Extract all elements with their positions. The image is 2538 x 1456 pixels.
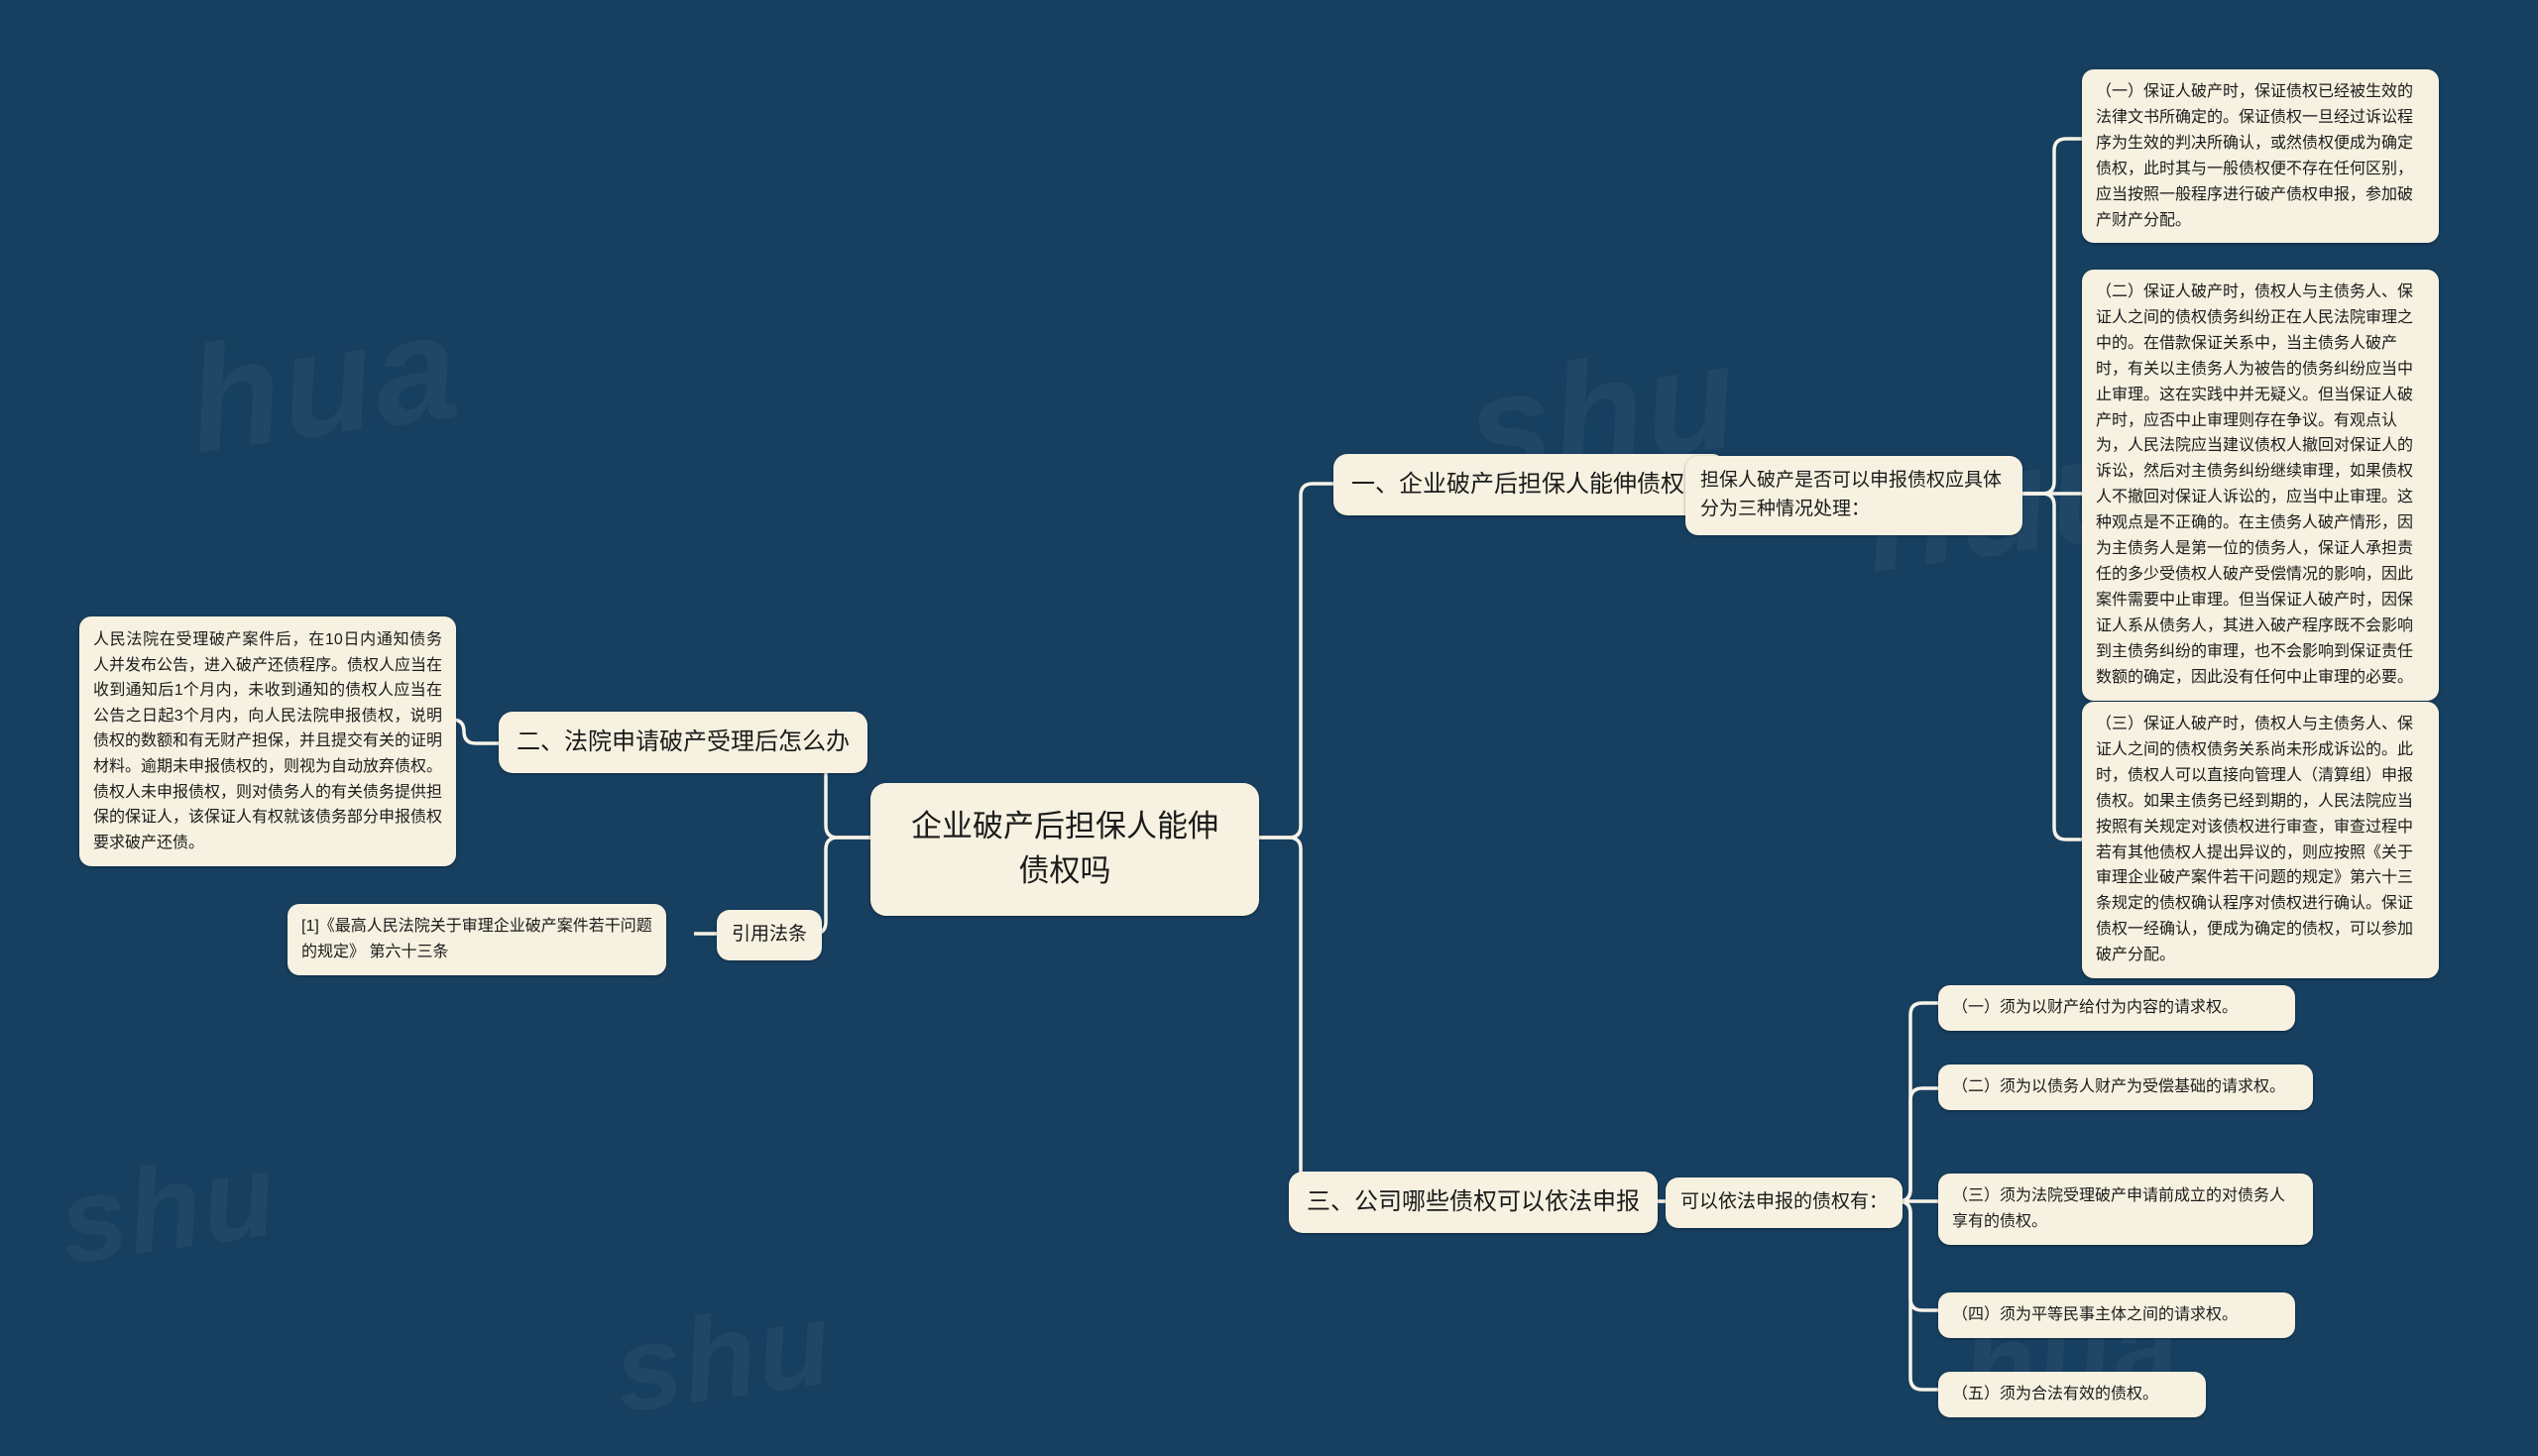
leaf-node-declarable-claim-3[interactable]: （三）须为法院受理破产申请前成立的对债务人享有的债权。 bbox=[1938, 1174, 2313, 1245]
branch-node-guarantor-claim[interactable]: 一、企业破产后担保人能伸债权吗 bbox=[1333, 454, 1726, 516]
intro-node-guarantor-claim[interactable]: 担保人破产是否可以申报债权应具体分为三种情况处理： bbox=[1685, 456, 2022, 535]
branch-node-cited-law[interactable]: 引用法条 bbox=[717, 910, 823, 960]
root-node[interactable]: 企业破产后担保人能伸债权吗 bbox=[870, 783, 1259, 916]
watermark: hua bbox=[177, 280, 469, 487]
intro-node-declarable-claims[interactable]: 可以依法申报的债权有： bbox=[1666, 1177, 1904, 1228]
leaf-node-guarantor-case-3[interactable]: （三）保证人破产时，债权人与主债务人、保证人之间的债权债务关系尚未形成诉讼的。此… bbox=[2082, 702, 2439, 979]
body-node-court-procedure[interactable]: 人民法院在受理破产案件后，在10日内通知债务人并发布公告，进入破产还债程序。债权… bbox=[79, 616, 456, 867]
leaf-node-declarable-claim-4[interactable]: （四）须为平等民事主体之间的请求权。 bbox=[1938, 1292, 2295, 1338]
watermark: shu bbox=[51, 1125, 286, 1290]
leaf-node-guarantor-case-2[interactable]: （二）保证人破产时，债权人与主债务人、保证人之间的债权债务纠纷正在人民法院审理之… bbox=[2082, 270, 2439, 701]
leaf-node-declarable-claim-2[interactable]: （二）须为以债务人财产为受偿基础的请求权。 bbox=[1938, 1064, 2313, 1110]
watermark: shu bbox=[606, 1274, 841, 1439]
mindmap-canvas: hua shu huu shu hua shu 企业破产后担保人能伸债权吗 二、… bbox=[0, 0, 2538, 1456]
body-node-cited-law[interactable]: [1]《最高人民法院关于审理企业破产案件若干问题的规定》 第六十三条 bbox=[288, 904, 666, 975]
leaf-node-declarable-claim-5[interactable]: （五）须为合法有效的债权。 bbox=[1938, 1372, 2206, 1417]
branch-node-declarable-claims[interactable]: 三、公司哪些债权可以依法申报 bbox=[1289, 1172, 1658, 1234]
leaf-node-guarantor-case-1[interactable]: （一）保证人破产时，保证债权已经被生效的法律文书所确定的。保证债权一旦经过诉讼程… bbox=[2082, 69, 2439, 244]
branch-node-court-procedure[interactable]: 二、法院申请破产受理后怎么办 bbox=[499, 712, 867, 774]
leaf-node-declarable-claim-1[interactable]: （一）须为以财产给付为内容的请求权。 bbox=[1938, 985, 2295, 1031]
